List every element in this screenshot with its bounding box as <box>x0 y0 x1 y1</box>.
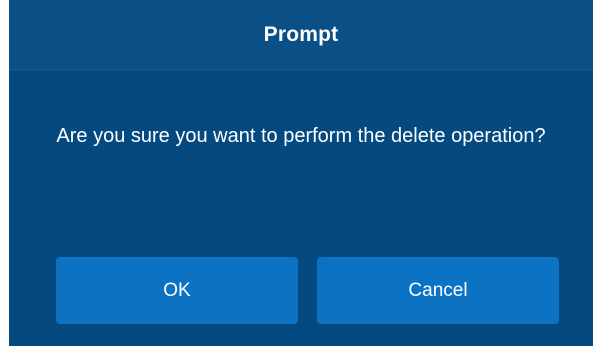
ok-button-label: OK <box>163 279 191 301</box>
cancel-button-label: Cancel <box>408 279 468 301</box>
confirm-dialog: Prompt Are you sure you want to perform … <box>9 0 593 346</box>
cancel-button[interactable]: Cancel <box>317 257 559 324</box>
dialog-message: Are you sure you want to perform the del… <box>56 125 546 147</box>
dialog-title: Prompt <box>263 22 339 46</box>
ok-button[interactable]: OK <box>56 257 298 324</box>
dialog-header: Prompt <box>9 0 593 70</box>
